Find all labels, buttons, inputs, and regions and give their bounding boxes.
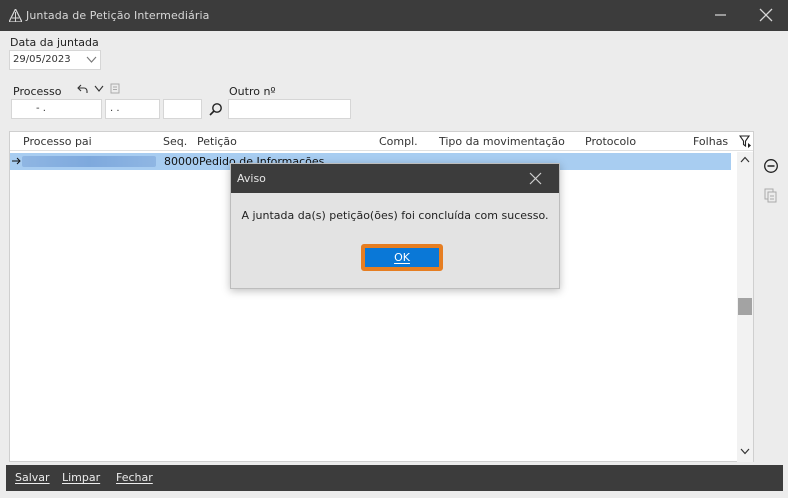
column-header[interactable]: Processo pai <box>23 135 92 148</box>
window-title: Juntada de Petição Intermediária <box>26 9 210 22</box>
clear-button[interactable]: Limpar <box>62 471 100 484</box>
save-button[interactable]: Salvar <box>15 471 50 484</box>
scrollbar-thumb[interactable] <box>738 298 752 315</box>
aviso-dialog: Aviso A juntada da(s) petição(ões) foi c… <box>230 163 560 289</box>
processo-label: Processo <box>13 85 62 98</box>
chevron-up-icon[interactable] <box>740 156 750 163</box>
date-field[interactable]: 29/05/2023 <box>9 50 101 70</box>
processo-number-field[interactable]: - . <box>11 99 102 119</box>
chevron-down-icon[interactable] <box>740 448 750 455</box>
processo-year-mask: . . <box>110 103 120 114</box>
dialog-title-bar: Aviso <box>231 164 559 193</box>
column-header[interactable]: Protocolo <box>585 135 636 148</box>
processo-number-mask: - . <box>36 103 46 114</box>
column-header[interactable]: Compl. <box>379 135 418 148</box>
processo-pai-redacted <box>22 156 156 167</box>
outro-field[interactable] <box>228 99 351 119</box>
column-header[interactable]: Tipo da movimentação <box>439 135 565 148</box>
app-logo-icon <box>9 9 22 22</box>
close-icon[interactable] <box>528 171 543 186</box>
ok-button[interactable]: OK <box>361 244 443 271</box>
chevron-down-icon[interactable] <box>94 85 104 93</box>
chevron-down-icon[interactable] <box>86 56 97 64</box>
date-label: Data da juntada <box>10 36 99 49</box>
row-pointer-icon <box>12 157 21 165</box>
bottom-toolbar: Salvar Limpar Fechar <box>6 465 783 491</box>
minimize-icon[interactable] <box>713 7 729 23</box>
documents-icon[interactable] <box>763 188 779 204</box>
vertical-scrollbar[interactable] <box>737 152 753 462</box>
ok-button-label: OK <box>365 248 439 267</box>
filter-icon[interactable] <box>739 135 752 148</box>
close-window-icon[interactable] <box>758 7 774 23</box>
dialog-message: A juntada da(s) petição(ões) foi concluí… <box>241 209 549 222</box>
remove-icon[interactable] <box>763 158 779 174</box>
date-value: 29/05/2023 <box>13 54 71 65</box>
processo-year-field[interactable]: . . <box>105 99 160 119</box>
column-header[interactable]: Folhas <box>693 135 728 148</box>
processo-origin-field[interactable] <box>163 99 202 119</box>
outro-label: Outro nº <box>229 85 276 98</box>
dialog-title: Aviso <box>237 172 266 185</box>
title-bar: Juntada de Petição Intermediária <box>0 0 788 31</box>
undo-icon[interactable] <box>77 84 88 94</box>
grid-header: Processo pai Seq. Petição Compl. Tipo da… <box>10 132 753 151</box>
column-header[interactable]: Seq. <box>163 135 187 148</box>
close-button[interactable]: Fechar <box>116 471 153 484</box>
search-icon[interactable] <box>209 102 223 116</box>
column-header[interactable]: Petição <box>197 135 237 148</box>
row-seq: 80000 <box>164 155 199 168</box>
document-icon[interactable] <box>110 83 120 94</box>
